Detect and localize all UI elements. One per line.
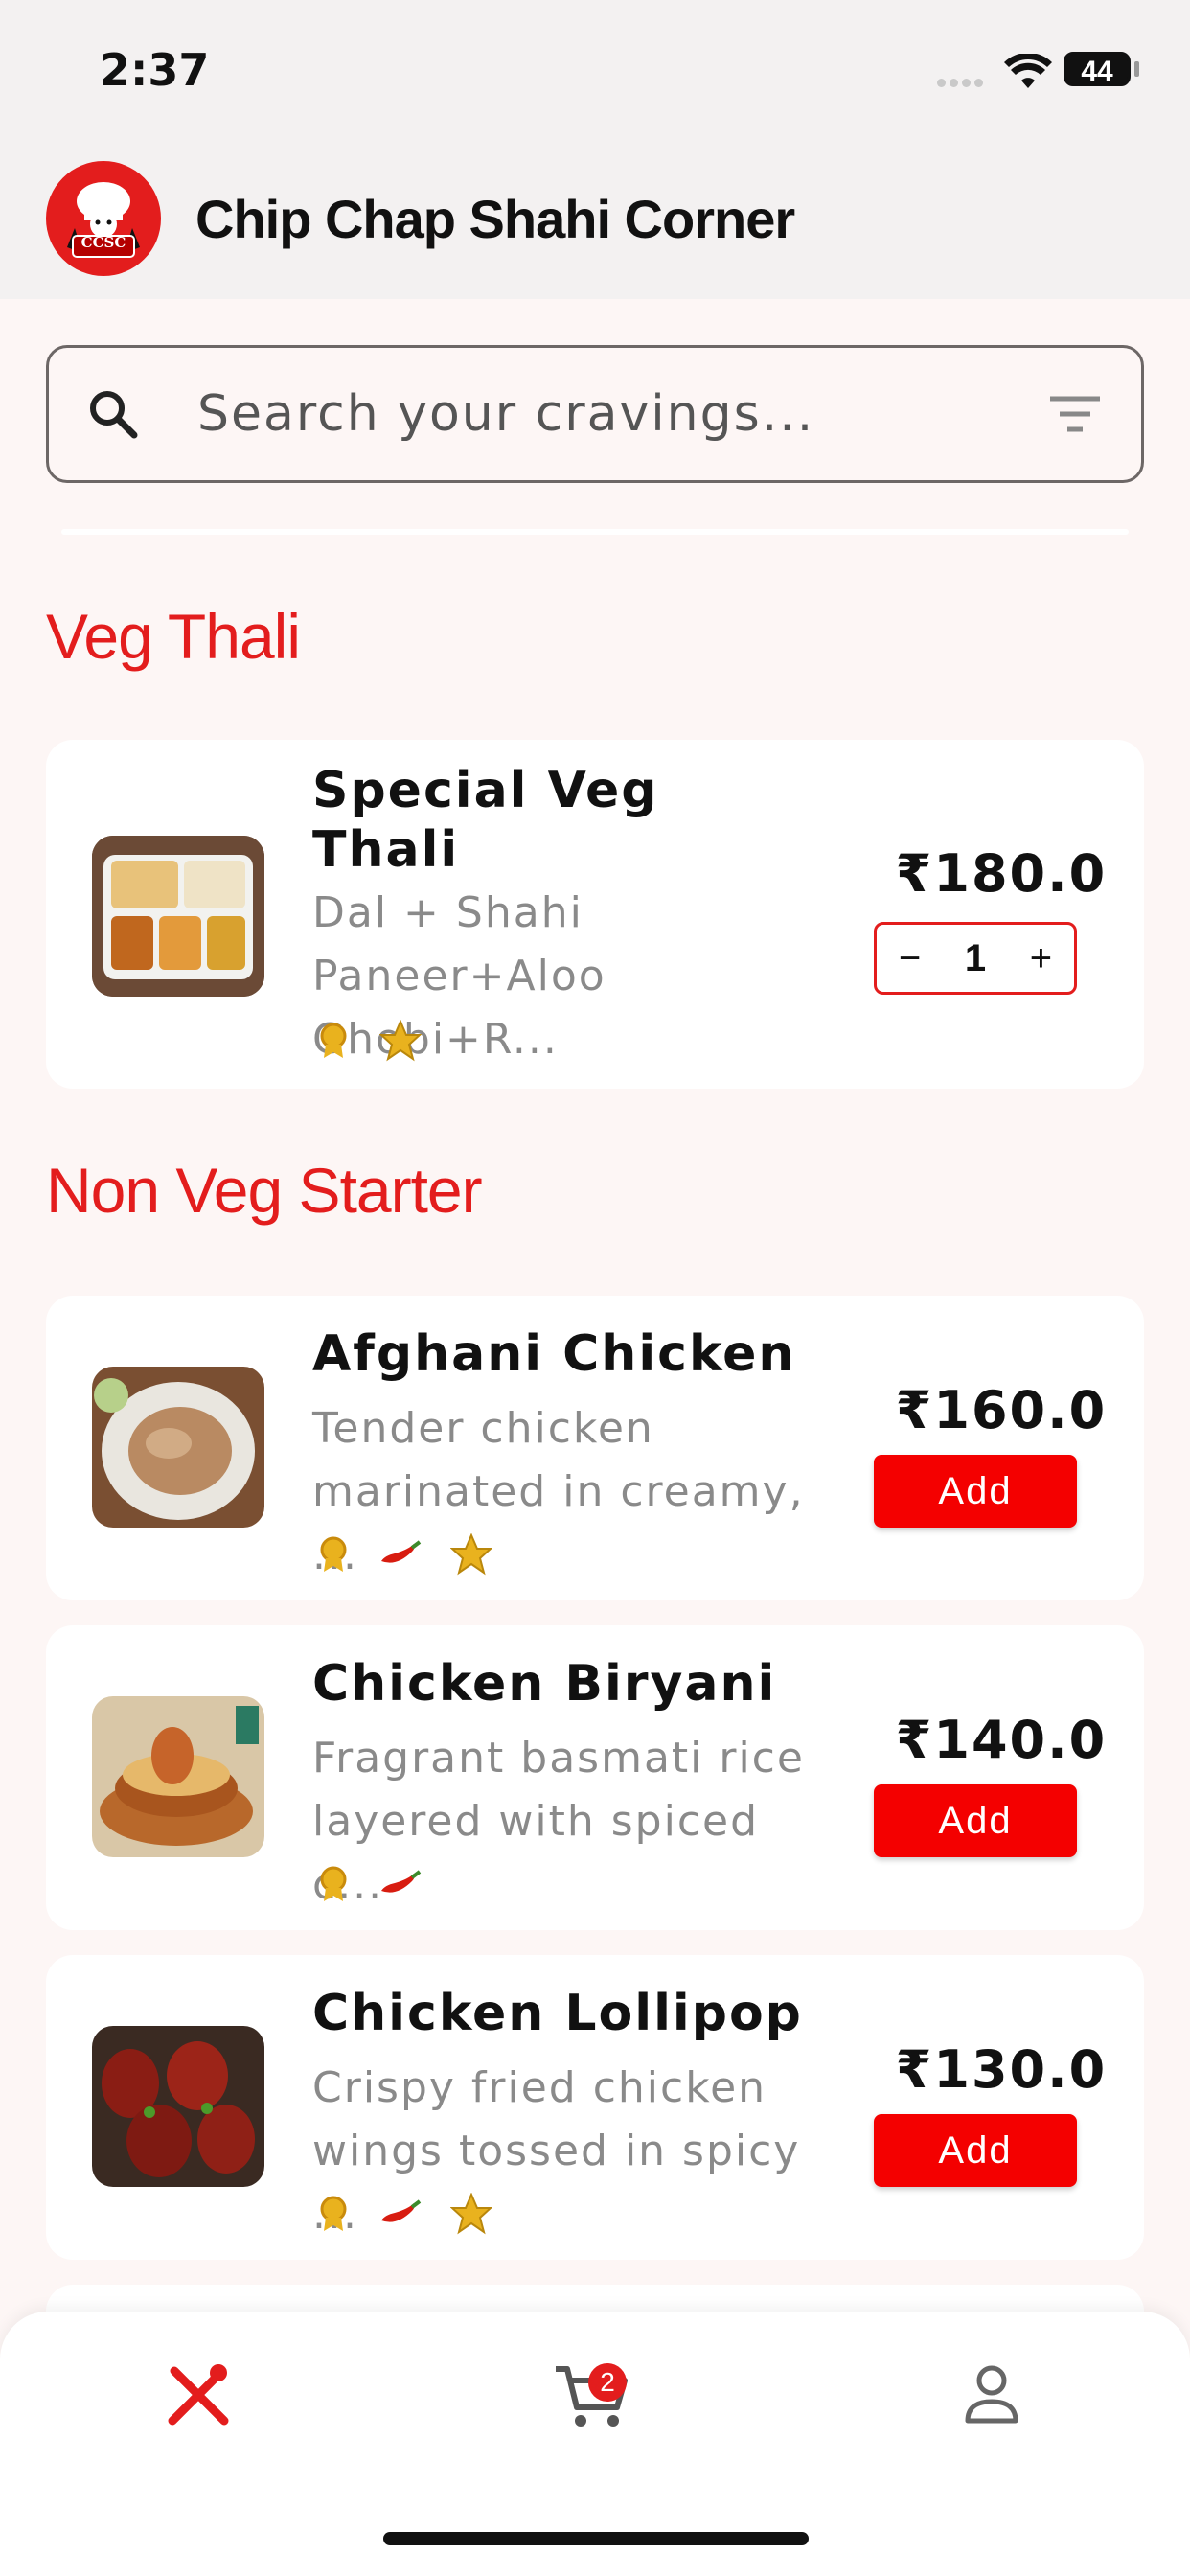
menu-item-card[interactable]: Afghani Chicken Tender chicken marinated… (46, 1296, 1144, 1600)
battery-nub (1134, 61, 1139, 77)
plus-icon[interactable]: + (1030, 937, 1052, 980)
item-description: Tender chicken (312, 1404, 654, 1453)
add-button[interactable]: Add (874, 1455, 1077, 1528)
item-name: Chicken Biryani (312, 1655, 777, 1713)
chili-icon (379, 2198, 422, 2233)
home-indicator (383, 2532, 809, 2545)
item-name: Afghani Chicken (312, 1325, 796, 1383)
quantity-value: 1 (964, 936, 987, 979)
menu-item-card[interactable]: Chicken Biryani Fragrant basmati rice la… (46, 1625, 1144, 1930)
chili-icon (379, 1869, 422, 1903)
section-title-non-veg-starter: Non Veg Starter (46, 1155, 483, 1226)
item-name: Chicken Lollipop (312, 1985, 803, 2042)
section-title-veg-thali: Veg Thali (46, 601, 301, 672)
nav-profile-button[interactable] (949, 2350, 1035, 2436)
food-image (92, 836, 264, 997)
award-icon (316, 1865, 351, 1908)
item-description: Fragrant basmati rice (312, 1734, 805, 1782)
item-badges (316, 2191, 493, 2240)
item-description: Crispy fried chicken (312, 2063, 767, 2112)
add-button[interactable]: Add (874, 2114, 1077, 2187)
item-price: ₹130.0 (895, 2039, 1108, 2100)
item-badges (316, 1865, 422, 1907)
cellular-signal-icon (937, 75, 987, 92)
divider (61, 529, 1129, 535)
nav-menu-button[interactable] (155, 2350, 241, 2436)
star-icon (449, 2191, 493, 2240)
quantity-stepper[interactable]: − 1 + (874, 922, 1077, 995)
logo-text: CCSC (80, 234, 126, 251)
item-name: Special Veg (312, 762, 659, 819)
wifi-icon (1004, 52, 1052, 95)
menu-item-card[interactable]: Special Veg Thali Dal + Shahi Paneer+Alo… (46, 740, 1144, 1089)
status-time: 2:37 (100, 44, 210, 96)
award-icon (316, 2195, 351, 2238)
minus-icon[interactable]: − (899, 937, 921, 980)
item-badges (316, 1531, 493, 1580)
food-image (92, 2026, 264, 2187)
battery-icon: 44 (1064, 52, 1131, 87)
menu-icon (168, 2364, 229, 2426)
restaurant-logo: CCSC (46, 161, 161, 276)
item-description: Dal + Shahi (312, 888, 584, 937)
item-name: Thali (312, 821, 460, 879)
filter-icon[interactable] (1048, 393, 1102, 440)
food-image (92, 1367, 264, 1528)
item-price: ₹160.0 (895, 1380, 1108, 1440)
star-icon (449, 1531, 493, 1580)
item-price: ₹140.0 (895, 1710, 1108, 1770)
app-title: Chip Chap Shahi Corner (195, 189, 795, 249)
item-badges (316, 1018, 423, 1067)
food-image (92, 1696, 264, 1857)
menu-item-card[interactable]: Chicken Lollipop Crispy fried chicken wi… (46, 1955, 1144, 2260)
cart-count-badge: 2 (588, 2363, 627, 2402)
item-price: ₹180.0 (895, 843, 1108, 904)
star-icon (378, 1018, 423, 1067)
award-icon (316, 1535, 351, 1578)
chili-icon (379, 1539, 422, 1574)
search-input[interactable] (197, 376, 964, 452)
profile-icon (965, 2365, 1018, 2424)
chef-hat-icon (67, 182, 140, 258)
add-button[interactable]: Add (874, 1784, 1077, 1857)
award-icon (316, 1022, 351, 1065)
search-icon (86, 387, 140, 446)
